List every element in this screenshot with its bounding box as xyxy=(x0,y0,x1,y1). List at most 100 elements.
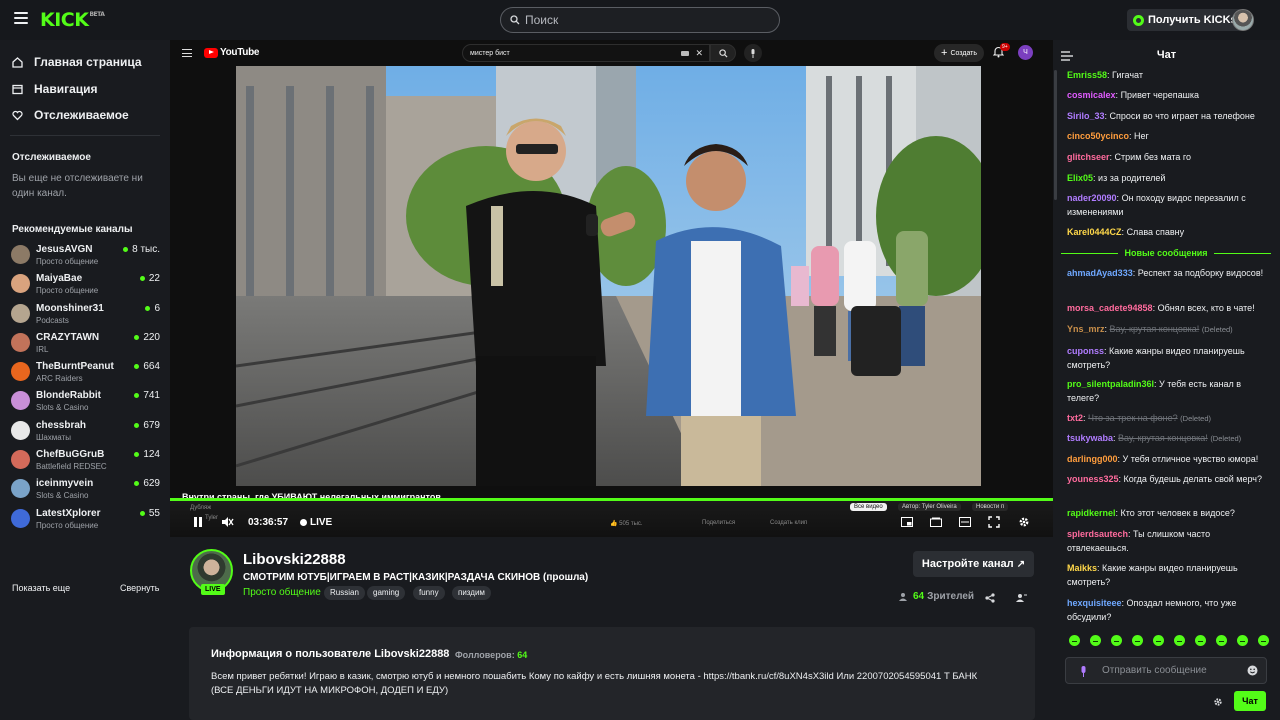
emote-icon[interactable] xyxy=(1237,635,1248,646)
emote-icon[interactable] xyxy=(1090,635,1101,646)
chip-news[interactable]: Новости п xyxy=(972,503,1009,511)
fullscreen-icon[interactable] xyxy=(988,516,1002,530)
channel-avatar xyxy=(11,391,30,410)
theater-icon[interactable] xyxy=(959,516,973,530)
chat-username[interactable]: morsa_cadete94858 xyxy=(1067,303,1153,313)
tag-gaming[interactable]: gaming xyxy=(367,586,406,600)
pause-icon[interactable] xyxy=(192,516,206,530)
emote-icon[interactable] xyxy=(1069,635,1080,646)
channel-item-jesusavgn[interactable]: JesusAVGN Просто общение 8 тыс. xyxy=(10,241,160,269)
chat-settings-icon[interactable] xyxy=(1213,696,1223,710)
emote-icon[interactable] xyxy=(1132,635,1143,646)
yt-search-button[interactable] xyxy=(710,44,736,62)
tag-piz[interactable]: пиздим xyxy=(452,586,491,600)
chat-username[interactable]: rapidkernel xyxy=(1067,508,1116,518)
channel-item-theburntpeanut[interactable]: TheBurntPeanut ARC Raiders 664 xyxy=(10,358,160,386)
chat-username[interactable]: ahmadAyad333 xyxy=(1067,268,1133,278)
yt-avatar[interactable]: Ч xyxy=(1018,45,1033,60)
chat-username[interactable]: youness325 xyxy=(1067,474,1119,484)
menu-icon[interactable] xyxy=(14,12,28,24)
emote-icon[interactable] xyxy=(1174,635,1185,646)
chat-username[interactable]: txt2 xyxy=(1067,413,1083,423)
sidebar: Главная страница Навигация Отслеживаемое… xyxy=(0,40,170,720)
collapse-button[interactable]: Свернуть xyxy=(120,583,159,593)
nav-following[interactable]: Отслеживаемое xyxy=(12,108,129,122)
chat-input[interactable]: Отправить сообщение xyxy=(1065,657,1267,684)
chat-username[interactable]: splerdsautech xyxy=(1067,529,1128,539)
chat-message: rapidkernel: Кто этот человек в видосе? xyxy=(1067,508,1235,518)
chat-username[interactable]: nader20090 xyxy=(1067,193,1117,203)
chat-scrollbar[interactable] xyxy=(1053,70,1058,630)
chat-username[interactable]: Karel0444CZ xyxy=(1067,227,1122,237)
emote-icon[interactable] xyxy=(1195,635,1206,646)
chat-username[interactable]: darlingg000 xyxy=(1067,454,1118,464)
channel-name[interactable]: Libovski22888 xyxy=(243,551,346,568)
user-avatar[interactable] xyxy=(1232,9,1254,31)
tag-russian[interactable]: Russian xyxy=(324,586,365,600)
kick-logo[interactable]: KICKBETA xyxy=(40,9,105,31)
get-kicks-button[interactable]: Получить KICKs xyxy=(1127,9,1243,31)
video-player[interactable]: YouTube мистер бист ✕ + Создать 9+ Ч Вну… xyxy=(170,40,1053,537)
nav-home[interactable]: Главная страница xyxy=(12,55,142,69)
chat-username[interactable]: Yns_mrz xyxy=(1067,324,1105,334)
chat-username[interactable]: cosmicalex xyxy=(1067,90,1116,100)
user-options-icon[interactable] xyxy=(1016,592,1027,606)
miniplayer-icon[interactable] xyxy=(930,516,944,530)
emote-icon[interactable] xyxy=(1216,635,1227,646)
viewers-icon xyxy=(899,592,907,601)
tag-funny[interactable]: funny xyxy=(413,586,445,600)
chat-username[interactable]: Elix05 xyxy=(1067,173,1093,183)
chat-username[interactable]: Maikks xyxy=(1067,563,1097,573)
youtube-header: YouTube мистер бист ✕ + Создать 9+ Ч xyxy=(170,40,1053,66)
stream-category[interactable]: Просто общение xyxy=(243,587,321,598)
chat-username[interactable]: hexquisiteee xyxy=(1067,598,1122,608)
youtube-logo[interactable]: YouTube xyxy=(204,47,260,58)
keyboard-icon[interactable] xyxy=(681,51,689,56)
kicks-icon xyxy=(1133,14,1144,26)
chat-text: Респект за подборку видосов! xyxy=(1137,268,1264,278)
nav-browse[interactable]: Навигация xyxy=(12,82,98,96)
chat-username[interactable]: Emriss58 xyxy=(1067,70,1107,80)
search-input[interactable]: Поиск xyxy=(500,7,780,33)
yt-menu-icon[interactable] xyxy=(182,49,192,57)
live-dot-icon xyxy=(134,393,140,398)
channel-item-latestxplorer[interactable]: LatestXplorer Просто общение 55 xyxy=(10,505,160,533)
pip-icon[interactable] xyxy=(901,516,915,530)
send-chat-button[interactable]: Чат xyxy=(1234,691,1266,711)
chat-username[interactable]: tsukywaba xyxy=(1067,433,1113,443)
emote-icon[interactable] xyxy=(1258,635,1269,646)
emote-icon[interactable] xyxy=(1111,635,1122,646)
video-frame[interactable] xyxy=(236,66,981,486)
yt-create-button[interactable]: + Создать xyxy=(934,44,985,62)
channel-item-chessbrah[interactable]: chessbrah Шахматы 679 xyxy=(10,417,160,445)
new-messages-divider[interactable]: Новые сообщения xyxy=(1061,247,1272,259)
chat-username[interactable]: glitchseer xyxy=(1067,152,1110,162)
chat-text: Стрим без мата го xyxy=(1114,152,1191,162)
share-icon[interactable] xyxy=(985,592,995,606)
channel-item-blonderabbit[interactable]: BlondeRabbit Slots & Casino 741 xyxy=(10,387,160,415)
channel-avatar xyxy=(11,333,30,352)
live-dot-icon xyxy=(134,423,140,428)
chip-author[interactable]: Автор: Tyler Oliveira xyxy=(898,503,961,511)
channel-item-maiyabae[interactable]: MaiyaBae Просто общение 22 xyxy=(10,270,160,298)
clear-icon[interactable]: ✕ xyxy=(695,48,703,59)
chat-username[interactable]: cuponss xyxy=(1067,346,1104,356)
settings-icon[interactable] xyxy=(1018,516,1032,530)
channel-item-moonshiner31[interactable]: Moonshiner31 Podcasts 6 xyxy=(10,300,160,328)
chat-username[interactable]: cinco50ycinco xyxy=(1067,131,1129,141)
channel-category: Шахматы xyxy=(36,433,71,442)
chat-username[interactable]: pro_silentpaladin36l xyxy=(1067,379,1154,389)
channel-item-iceinmyvein[interactable]: iceinmyvein Slots & Casino 629 xyxy=(10,475,160,503)
mic-icon[interactable] xyxy=(744,44,762,62)
emoji-icon[interactable] xyxy=(1247,665,1258,679)
channel-item-crazytawn[interactable]: CRAZYTAWN IRL 220 xyxy=(10,329,160,357)
chat-username[interactable]: Sirilo_33 xyxy=(1067,111,1105,121)
show-more-button[interactable]: Показать еще xyxy=(12,583,70,593)
mic-icon[interactable] xyxy=(1080,666,1087,680)
mute-icon[interactable] xyxy=(221,516,235,530)
emote-icon[interactable] xyxy=(1153,635,1164,646)
channel-item-chefbuggrub[interactable]: ChefBuGGruB Battlefield REDSEC 124 xyxy=(10,446,160,474)
yt-search-input[interactable]: мистер бист ✕ xyxy=(462,44,710,62)
setup-channel-button[interactable]: Настройте канал ↗ xyxy=(913,551,1034,577)
chip-all-videos[interactable]: Все видео xyxy=(850,503,887,511)
